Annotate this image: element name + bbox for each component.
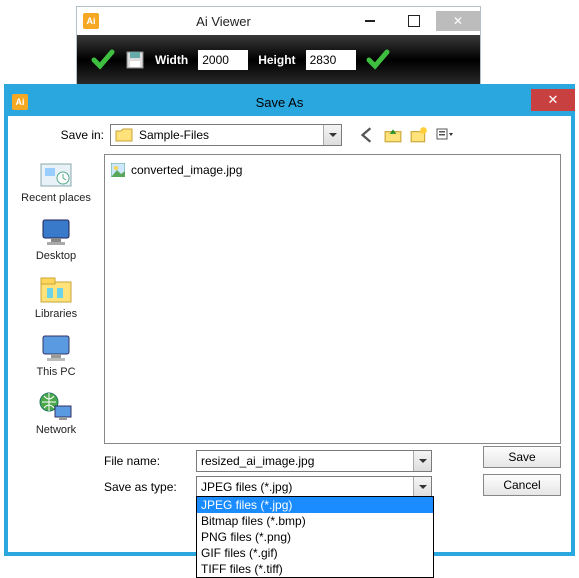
up-folder-icon[interactable] xyxy=(384,126,402,144)
save-disk-icon[interactable] xyxy=(125,50,145,70)
libraries-icon xyxy=(37,274,75,306)
list-item[interactable]: converted_image.jpg xyxy=(111,161,554,179)
minimize-button[interactable] xyxy=(348,11,392,31)
savein-label: Save in: xyxy=(48,128,104,142)
saveastype-dropdown-list[interactable]: JPEG files (*.jpg) Bitmap files (*.bmp) … xyxy=(196,496,434,578)
ai-viewer-toolbar: Width Height xyxy=(77,35,480,85)
ai-viewer-title: Ai Viewer xyxy=(99,14,348,29)
network-icon xyxy=(37,390,75,422)
sidebar-this-pc[interactable]: This PC xyxy=(36,332,75,378)
dialog-titlebar: Ai Save As ✕ xyxy=(8,88,571,116)
width-input[interactable] xyxy=(198,50,248,70)
height-input[interactable] xyxy=(306,50,356,70)
sidebar-network[interactable]: Network xyxy=(36,390,76,436)
view-menu-icon[interactable] xyxy=(436,126,454,144)
recent-places-icon xyxy=(37,158,75,190)
filename-dropdown-arrow[interactable] xyxy=(413,451,431,471)
width-label: Width xyxy=(155,53,188,67)
close-button[interactable] xyxy=(436,11,480,31)
places-sidebar: Recent places Desktop Libraries This PC … xyxy=(8,154,104,444)
filename-input[interactable] xyxy=(197,454,413,468)
save-button[interactable]: Save xyxy=(483,446,561,468)
type-option-tiff[interactable]: TIFF files (*.tiff) xyxy=(197,561,433,577)
cancel-button[interactable]: Cancel xyxy=(483,474,561,496)
filename-combo[interactable] xyxy=(196,450,432,472)
file-name: converted_image.jpg xyxy=(131,163,242,177)
maximize-button[interactable] xyxy=(392,11,436,31)
saveastype-value: JPEG files (*.jpg) xyxy=(197,480,413,494)
apply-check-icon[interactable] xyxy=(366,48,390,72)
dialog-close-button[interactable]: ✕ xyxy=(531,89,575,111)
ai-viewer-titlebar: Ai Ai Viewer xyxy=(77,7,480,35)
height-label: Height xyxy=(258,53,295,67)
savein-dropdown-arrow[interactable] xyxy=(323,125,341,145)
dialog-title: Save As xyxy=(28,95,531,110)
type-option-gif[interactable]: GIF files (*.gif) xyxy=(197,545,433,561)
new-folder-icon[interactable] xyxy=(410,126,428,144)
saveastype-dropdown-arrow[interactable] xyxy=(413,477,431,497)
desktop-icon xyxy=(37,216,75,248)
saveastype-combo[interactable]: JPEG files (*.jpg) xyxy=(196,476,432,498)
savein-combo[interactable]: Sample-Files xyxy=(110,124,342,146)
saveastype-label: Save as type: xyxy=(104,480,188,494)
this-pc-icon xyxy=(37,332,75,364)
back-icon[interactable] xyxy=(358,126,376,144)
dialog-app-icon: Ai xyxy=(12,94,28,110)
ai-app-icon: Ai xyxy=(83,13,99,29)
save-as-dialog: Ai Save As ✕ Save in: Sample-Files Recen… xyxy=(4,84,575,556)
sidebar-desktop[interactable]: Desktop xyxy=(36,216,76,262)
filename-label: File name: xyxy=(104,454,188,468)
sidebar-libraries[interactable]: Libraries xyxy=(35,274,77,320)
check-icon[interactable] xyxy=(91,48,115,72)
image-file-icon xyxy=(111,163,125,177)
type-option-jpeg[interactable]: JPEG files (*.jpg) xyxy=(197,497,433,513)
folder-icon xyxy=(115,128,133,142)
sidebar-recent-places[interactable]: Recent places xyxy=(21,158,91,204)
type-option-png[interactable]: PNG files (*.png) xyxy=(197,529,433,545)
ai-viewer-window: Ai Ai Viewer Width Height xyxy=(76,6,481,86)
type-option-bmp[interactable]: Bitmap files (*.bmp) xyxy=(197,513,433,529)
savein-value: Sample-Files xyxy=(137,128,323,142)
file-list[interactable]: converted_image.jpg xyxy=(104,154,561,444)
